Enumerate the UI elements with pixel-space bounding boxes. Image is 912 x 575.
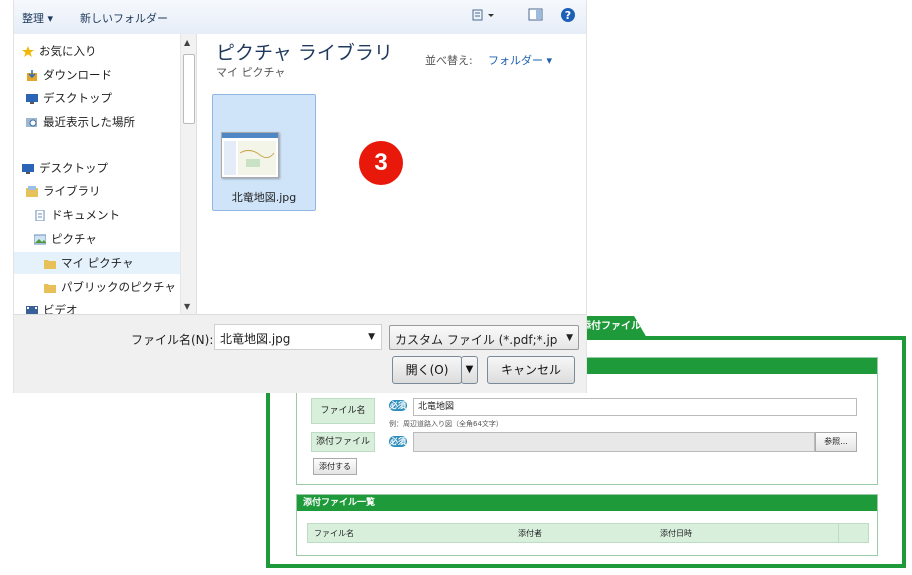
scroll-up-arrow-icon[interactable]: ▲ xyxy=(184,38,190,47)
step-number-badge: 3 xyxy=(359,141,403,185)
file-name-label: ファイル名 xyxy=(311,398,375,424)
desktop-icon xyxy=(26,93,38,104)
nav-item-label: 最近表示した場所 xyxy=(43,115,135,129)
nav-item-documents[interactable]: ドキュメント xyxy=(34,207,120,223)
required-badge: 必須 xyxy=(389,400,407,411)
open-options-button[interactable]: ▼ xyxy=(461,356,478,384)
filename-label: ファイル名(N): xyxy=(131,333,214,347)
file-name-hint: 例：周辺道路入り図（全角64文字） xyxy=(389,420,503,428)
attach-file-path xyxy=(413,432,815,452)
nav-item-my-pictures[interactable]: マイ ピクチャ xyxy=(44,255,134,271)
nav-item-label: ライブラリ xyxy=(43,184,101,198)
chevron-down-icon: ▼ xyxy=(465,364,474,375)
nav-item-label: ドキュメント xyxy=(51,208,120,222)
documents-icon xyxy=(34,209,46,221)
library-subtitle: マイ ピクチャ xyxy=(216,66,286,79)
attachment-list-panel: 添付ファイル一覧 ファイル名 添付者 添付日時 xyxy=(296,494,878,556)
organize-button[interactable]: 整理 ▾ xyxy=(22,10,53,26)
attachment-list-header: ファイル名 添付者 添付日時 xyxy=(307,523,869,543)
chevron-down-icon[interactable]: ▼ xyxy=(566,333,573,343)
nav-item-pictures[interactable]: ピクチャ xyxy=(33,231,97,247)
nav-item-label: パブリックのピクチャ xyxy=(61,280,176,294)
column-divider xyxy=(838,524,839,542)
folder-icon xyxy=(44,258,56,269)
pictures-icon xyxy=(33,234,47,245)
star-icon xyxy=(22,45,34,57)
arrange-by-dropdown[interactable]: フォルダー ▾ xyxy=(488,52,552,68)
nav-scrollbar[interactable]: ▲ ▼ xyxy=(180,34,196,314)
attach-button[interactable]: 添付する xyxy=(313,458,357,475)
help-icon[interactable]: ? xyxy=(560,7,576,26)
column-header: ファイル名 xyxy=(314,529,354,538)
scroll-down-arrow-icon[interactable]: ▼ xyxy=(184,302,190,311)
file-thumbnail xyxy=(221,132,279,178)
download-icon xyxy=(26,69,38,81)
open-button[interactable]: 開く(O) xyxy=(392,356,462,384)
dialog-toolbar: 整理 ▾ 新しいフォルダー ? xyxy=(14,0,586,35)
nav-item-downloads[interactable]: ダウンロード xyxy=(26,67,112,83)
folder-icon xyxy=(44,282,56,293)
library-title: ピクチャ ライブラリ xyxy=(216,42,393,64)
library-icon xyxy=(26,185,38,197)
browse-button[interactable]: 参照... xyxy=(815,432,857,452)
nav-item-desktop[interactable]: デスクトップ xyxy=(26,90,112,106)
svg-text:?: ? xyxy=(565,9,571,22)
attach-file-label: 添付ファイル xyxy=(311,432,375,452)
nav-item-label: ダウンロード xyxy=(43,68,112,82)
nav-item-label: ピクチャ xyxy=(51,232,97,246)
nav-item-label: マイ ピクチャ xyxy=(61,256,134,270)
filename-combobox[interactable]: 北竜地図.jpg ▼ xyxy=(214,324,382,350)
nav-item-recent-places[interactable]: 最近表示した場所 xyxy=(26,114,135,130)
file-type-filter[interactable]: カスタム ファイル (*.pdf;*.jp ▼ xyxy=(389,325,579,350)
file-name-caption: 北竜地図.jpg xyxy=(231,191,297,204)
desktop-icon xyxy=(22,163,34,174)
column-header: 添付者 xyxy=(518,529,542,538)
nav-item-public-pictures[interactable]: パブリックのピクチャ xyxy=(44,279,176,295)
recent-places-icon xyxy=(26,117,38,128)
required-badge: 必須 xyxy=(389,436,407,447)
nav-item-desktop-root[interactable]: デスクトップ xyxy=(22,160,108,176)
nav-item-label: お気に入り xyxy=(39,44,97,58)
nav-item-label: デスクトップ xyxy=(43,91,112,105)
column-header: 添付日時 xyxy=(660,529,692,538)
view-options-icon[interactable] xyxy=(472,8,498,25)
nav-item-libraries[interactable]: ライブラリ xyxy=(26,183,101,199)
file-type-filter-label: カスタム ファイル (*.pdf;*.jp xyxy=(395,333,558,347)
preview-pane-icon[interactable] xyxy=(528,8,544,25)
arrange-by-label: 並べ替え: xyxy=(425,54,473,67)
nav-item-favorites[interactable]: お気に入り xyxy=(22,43,97,59)
scroll-thumb[interactable] xyxy=(183,54,195,124)
filename-input[interactable]: 北竜地図.jpg xyxy=(220,330,290,347)
cancel-button[interactable]: キャンセル xyxy=(487,356,575,384)
file-name-field[interactable]: 北竜地図 xyxy=(413,398,857,416)
attachment-list-title: 添付ファイル一覧 xyxy=(297,495,877,511)
file-item-selected[interactable]: 北竜地図.jpg xyxy=(212,94,316,211)
new-folder-button[interactable]: 新しいフォルダー xyxy=(80,10,168,26)
nav-item-label: デスクトップ xyxy=(39,161,108,175)
chevron-down-icon[interactable]: ▼ xyxy=(368,332,375,342)
